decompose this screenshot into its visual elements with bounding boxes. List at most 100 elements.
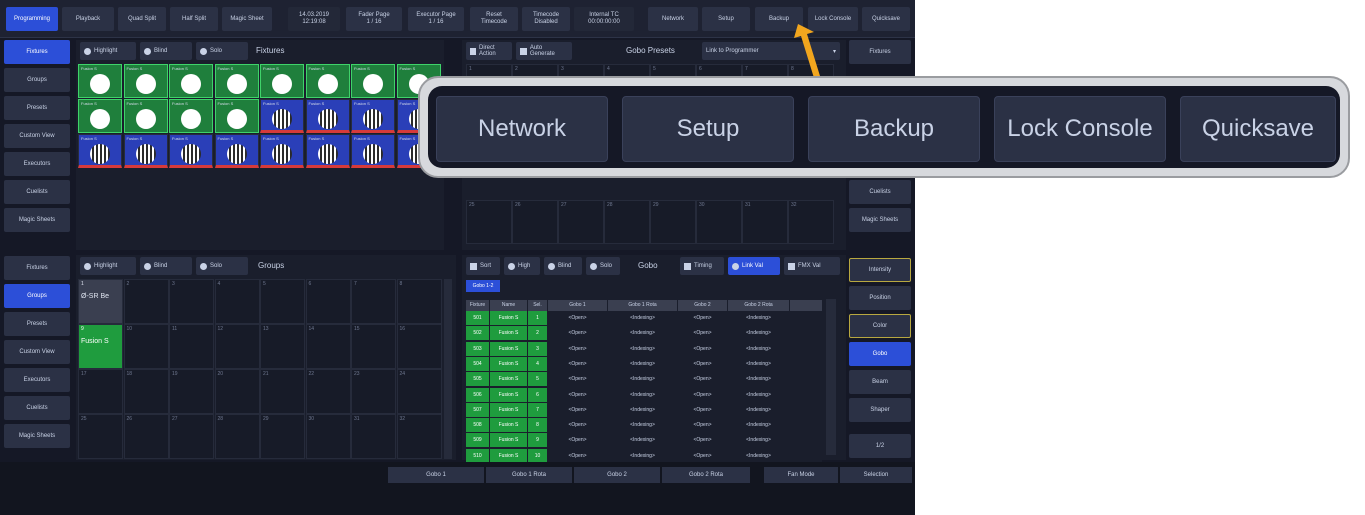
- attr-shaper[interactable]: Shaper: [849, 398, 911, 422]
- blind-button[interactable]: Blind: [140, 42, 192, 60]
- column-header[interactable]: Sel.: [528, 300, 548, 311]
- table-row[interactable]: 508 Fusion S 8 <Open> <Indexing> <Open> <Index…: [466, 418, 822, 433]
- quicksave-button[interactable]: Quicksave: [862, 7, 910, 31]
- group-cell[interactable]: 14: [305, 324, 351, 369]
- column-header[interactable]: Gobo 2: [678, 300, 728, 311]
- fixture-tile[interactable]: Fusion S: [260, 99, 304, 133]
- group-cell[interactable]: 32: [396, 414, 442, 459]
- group-cell[interactable]: 22: [305, 369, 351, 414]
- group-cell[interactable]: 1 Ø-SR Be: [78, 279, 123, 324]
- group-cell[interactable]: 10: [123, 324, 169, 369]
- column-header[interactable]: Name: [490, 300, 528, 311]
- fixture-tile[interactable]: Fusion S: [169, 99, 213, 133]
- table-row[interactable]: 504 Fusion S 4 <Open> <Indexing> <Open> <Index…: [466, 356, 822, 371]
- nav-magic-sheets[interactable]: Magic Sheets: [4, 208, 70, 232]
- nav-presets[interactable]: Presets: [4, 96, 70, 120]
- group-cell[interactable]: 25: [78, 414, 123, 459]
- fixture-tile[interactable]: Fusion S: [214, 99, 259, 133]
- network-button[interactable]: Network: [648, 7, 698, 31]
- highlight-button[interactable]: Highlight: [80, 257, 136, 275]
- right-nav-fixtures[interactable]: Fixtures: [849, 40, 911, 64]
- group-cell[interactable]: 31: [351, 414, 396, 459]
- fan-mode-button[interactable]: Fan Mode: [764, 467, 838, 483]
- right-nav-magic-sheets[interactable]: Magic Sheets: [849, 208, 911, 232]
- highlight-button[interactable]: Highlight: [80, 42, 136, 60]
- executor-page-button[interactable]: Executor Page 1 / 16: [408, 7, 464, 31]
- encoder-gobo-2[interactable]: Gobo 2: [574, 467, 660, 483]
- fixture-tile[interactable]: Fusion S: [78, 99, 122, 133]
- nav-presets-lower[interactable]: Presets: [4, 312, 70, 336]
- attr-position[interactable]: Position: [849, 286, 911, 310]
- group-cell[interactable]: 17: [78, 369, 123, 414]
- group-cell[interactable]: 6: [305, 279, 351, 324]
- fixture-tile[interactable]: Fusion S: [78, 64, 122, 98]
- attr-intensity[interactable]: Intensity: [849, 258, 911, 282]
- preset-cell[interactable]: 32: [788, 200, 834, 244]
- nav-executors[interactable]: Executors: [4, 152, 70, 176]
- group-cell[interactable]: 30: [305, 414, 351, 459]
- attr-page-indicator[interactable]: 1/2: [849, 434, 911, 458]
- table-row[interactable]: 506 Fusion S 6 <Open> <Indexing> <Open> <Index…: [466, 387, 822, 402]
- reset-timecode-button[interactable]: Reset Timecode: [470, 7, 518, 31]
- blind-button[interactable]: Blind: [544, 257, 582, 275]
- fixture-tile[interactable]: Fusion S: [169, 134, 213, 168]
- timing-button[interactable]: Timing: [680, 257, 724, 275]
- callout-quicksave-button[interactable]: Quicksave: [1180, 96, 1336, 162]
- group-cell[interactable]: 18: [123, 369, 169, 414]
- table-row[interactable]: 501 Fusion S 1 <Open> <Indexing> <Open> <Index…: [466, 311, 822, 325]
- solo-button[interactable]: Solo: [196, 42, 248, 60]
- auto-generate-button[interactable]: Auto Generate: [516, 42, 572, 60]
- preset-cell[interactable]: 28: [604, 200, 650, 244]
- solo-button[interactable]: Solo: [586, 257, 620, 275]
- group-cell[interactable]: 29: [260, 414, 305, 459]
- setup-button[interactable]: Setup: [702, 7, 750, 31]
- nav-custom-view-lower[interactable]: Custom View: [4, 340, 70, 364]
- encoder-gobo-1-rota[interactable]: Gobo 1 Rota: [486, 467, 572, 483]
- group-cell[interactable]: 13: [260, 324, 305, 369]
- table-row[interactable]: 510 Fusion S 10 <Open> <Indexing> <Open> <Inde…: [466, 448, 822, 463]
- preset-cell[interactable]: 27: [558, 200, 604, 244]
- tab-quad-split[interactable]: Quad Split: [118, 7, 166, 31]
- group-cell[interactable]: 20: [214, 369, 260, 414]
- right-nav-cuelists[interactable]: Cuelists: [849, 180, 911, 204]
- attr-gobo[interactable]: Gobo: [849, 342, 911, 366]
- scrollbar[interactable]: [826, 299, 836, 455]
- preset-cell[interactable]: 31: [742, 200, 788, 244]
- fixture-tile[interactable]: Fusion S: [260, 134, 304, 168]
- column-header[interactable]: Gobo 2 Rota: [728, 300, 790, 311]
- table-row[interactable]: 509 Fusion S 9 <Open> <Indexing> <Open> <Index…: [466, 433, 822, 448]
- preset-cell[interactable]: 26: [512, 200, 558, 244]
- fixture-tile[interactable]: Fusion S: [351, 64, 395, 98]
- fixture-tile[interactable]: Fusion S: [351, 134, 395, 168]
- scrollbar[interactable]: [444, 279, 452, 459]
- group-cell[interactable]: 9 Fusion S: [78, 324, 123, 369]
- nav-groups-lower[interactable]: Groups: [4, 284, 70, 308]
- group-cell[interactable]: 21: [260, 369, 305, 414]
- group-cell[interactable]: 23: [351, 369, 396, 414]
- group-cell[interactable]: 26: [123, 414, 169, 459]
- tab-playback[interactable]: Playback: [62, 7, 114, 31]
- fixture-tile[interactable]: Fusion S: [123, 64, 168, 98]
- group-cell[interactable]: 8: [396, 279, 442, 324]
- group-cell[interactable]: 24: [396, 369, 442, 414]
- fixture-tile[interactable]: Fusion S: [305, 134, 350, 168]
- nav-cuelists[interactable]: Cuelists: [4, 180, 70, 204]
- fixture-tile[interactable]: Fusion S: [78, 134, 122, 168]
- nav-magic-sheets-lower[interactable]: Magic Sheets: [4, 424, 70, 448]
- nav-fixtures[interactable]: Fixtures: [4, 40, 70, 64]
- tab-magic-sheet[interactable]: Magic Sheet: [222, 7, 272, 31]
- encoder-gobo-1[interactable]: Gobo 1: [388, 467, 484, 483]
- table-row[interactable]: 507 Fusion S 7 <Open> <Indexing> <Open> <Index…: [466, 402, 822, 417]
- sort-button[interactable]: Sort: [466, 257, 500, 275]
- table-row[interactable]: 502 Fusion S 2 <Open> <Indexing> <Open> <Index…: [466, 326, 822, 341]
- direct-action-button[interactable]: Direct Action: [466, 42, 512, 60]
- tab-programming[interactable]: Programming: [6, 7, 58, 31]
- group-cell[interactable]: 5: [260, 279, 305, 324]
- callout-setup-button[interactable]: Setup: [622, 96, 794, 162]
- fixture-tile[interactable]: Fusion S: [214, 134, 259, 168]
- tab-gobo-1-2[interactable]: Gobo 1-2: [466, 280, 500, 292]
- group-cell[interactable]: 2: [123, 279, 169, 324]
- callout-backup-button[interactable]: Backup: [808, 96, 980, 162]
- fixture-tile[interactable]: Fusion S: [351, 99, 395, 133]
- nav-groups[interactable]: Groups: [4, 68, 70, 92]
